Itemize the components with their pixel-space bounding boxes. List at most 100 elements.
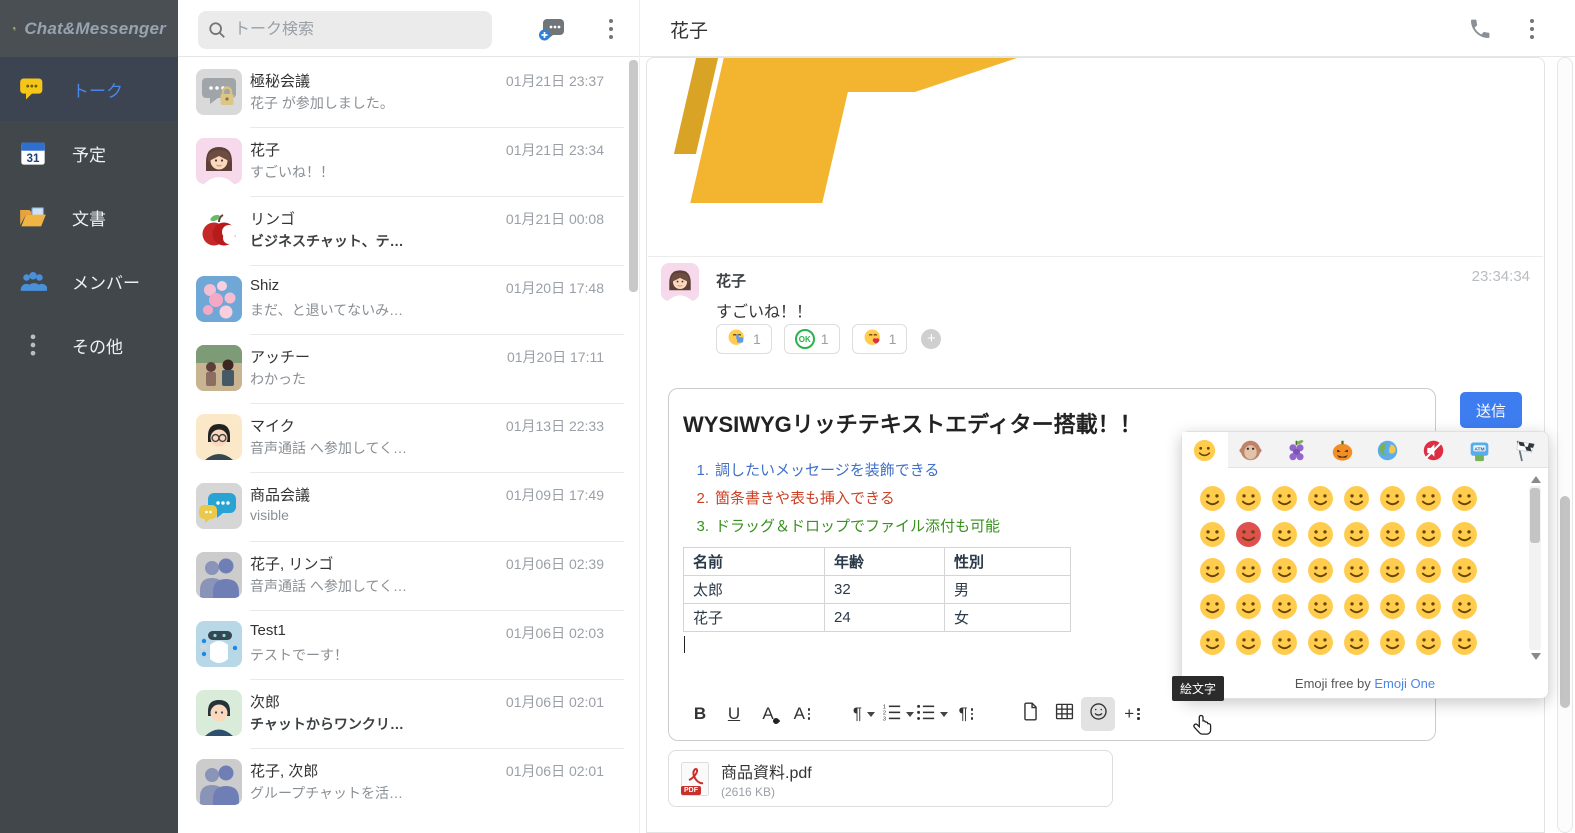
emoji-😐[interactable] [1266,552,1302,588]
emoji-row [1194,516,1514,552]
chat-list-item[interactable]: Test1テストでーす！01月06日 02:03 [178,610,628,679]
chat-list-item[interactable]: Shizまだ、と退いてないみ…01月20日 17:48 [178,265,628,334]
unordered-list-button[interactable] [915,697,949,731]
chat-menu-icon[interactable] [1524,17,1540,41]
emoji-😜[interactable] [1446,588,1482,624]
chat-list-item[interactable]: 次郎チャットからワンクリ…01月06日 02:01 [178,679,628,748]
emoji-😁[interactable] [1230,480,1266,516]
emoji-one-link[interactable]: Emoji One [1374,676,1435,691]
scrollbar-thumb[interactable] [1530,488,1540,543]
search-box[interactable] [198,11,492,49]
page-scrollbar-thumb[interactable] [1560,496,1570,708]
emoji-😀[interactable] [1194,480,1230,516]
emoji-😍[interactable] [1302,516,1338,552]
emoji-😉[interactable] [1446,480,1482,516]
emoji-tab-grapes[interactable] [1274,432,1320,468]
chat-list-scrollbar[interactable] [629,60,638,292]
reaction-thumbs-face[interactable]: 1 [716,324,772,354]
page-scrollbar[interactable] [1557,57,1573,833]
chat-list-menu-icon[interactable] [602,16,620,42]
attachment-card[interactable]: PDF 商品資料.pdf (2616 KB) [668,750,1113,807]
scroll-up-icon[interactable] [1531,476,1541,483]
sidebar-item-docs[interactable]: 文書 [0,185,178,249]
emoji-🤢[interactable] [1266,588,1302,624]
ordered-list-button[interactable]: 123 [881,697,915,731]
app-logo-icon [12,16,16,42]
emoji-tab-atm[interactable]: ATM [1457,432,1503,468]
add-reaction-button[interactable]: + [921,329,941,349]
paragraph-format-button[interactable]: ¶ [847,697,881,731]
emoji-😯[interactable] [1230,588,1266,624]
emoji-😃[interactable] [1302,480,1338,516]
emoji-tab-flag[interactable] [1502,432,1548,468]
emoticons-button[interactable] [1081,697,1115,731]
emoji-😌[interactable] [1374,588,1410,624]
emoji-😔[interactable] [1338,624,1374,660]
emoji-tab-pumpkin[interactable] [1319,432,1365,468]
emoji-😗[interactable] [1374,516,1410,552]
emoji-😮[interactable] [1194,588,1230,624]
bold-button[interactable]: B [683,697,717,731]
emoji-😶[interactable] [1338,552,1374,588]
sidebar-item-more[interactable]: その他 [0,313,178,377]
emoji-😒[interactable] [1302,552,1338,588]
sidebar-item-members[interactable]: メンバー [0,249,178,313]
emoji-☺[interactable] [1230,552,1266,588]
emoji-tab-monkey[interactable] [1228,432,1274,468]
scroll-down-icon[interactable] [1531,653,1541,660]
emoji-😄[interactable] [1338,480,1374,516]
chat-list-item[interactable]: 極秘会議花子 が参加しました。01月21日 23:37 [178,58,628,127]
more-text-button[interactable]: A [785,697,819,731]
call-icon[interactable] [1468,17,1492,41]
emoji-tab-face[interactable] [1182,432,1228,468]
emoji-😲[interactable] [1410,624,1446,660]
emoji-tab-mute[interactable] [1411,432,1457,468]
emoji-😴[interactable] [1338,588,1374,624]
text-color-button[interactable]: A [751,697,785,731]
emoji-😅[interactable] [1374,480,1410,516]
emoji-😈[interactable] [1230,516,1266,552]
paragraph-style-button[interactable]: ¶ [949,697,983,731]
emoji-😂[interactable] [1266,480,1302,516]
emoji-😎[interactable] [1266,516,1302,552]
emoji-tab-earth[interactable] [1365,432,1411,468]
sidebar-item-calendar[interactable]: 31予定 [0,121,178,185]
emoji-😘[interactable] [1338,516,1374,552]
emoji-😙[interactable] [1410,516,1446,552]
sidebar-item-chat[interactable]: トーク [0,57,178,121]
search-input[interactable] [234,21,482,39]
chat-list-item[interactable]: リンゴビジネスチャット、テ…01月21日 00:08 [178,196,628,265]
emoji-😢[interactable] [1446,552,1482,588]
emoji-😟[interactable] [1230,624,1266,660]
emoji-😆[interactable] [1410,480,1446,516]
emoji-🙂[interactable] [1194,552,1230,588]
emoji-😝[interactable] [1194,624,1230,660]
send-button[interactable]: 送信 [1460,392,1522,428]
emoji-😖[interactable] [1446,624,1482,660]
more-rich-button[interactable]: + [1115,697,1149,731]
chat-list-item[interactable]: マイク音声通話 へ参加してく…01月13日 22:33 [178,403,628,472]
insert-file-button[interactable] [1013,697,1047,731]
chat-preview: ビジネスチャット、テ… [250,231,404,251]
chat-list-item[interactable]: 花子, 次郎グループチャットを活…01月06日 02:01 [178,748,628,817]
emoji-😕[interactable] [1374,624,1410,660]
insert-table-button[interactable] [1047,697,1081,731]
emoji-😊[interactable] [1194,516,1230,552]
new-chat-icon[interactable] [538,16,566,42]
emoji-😚[interactable] [1446,516,1482,552]
chat-list-item[interactable]: 花子, リンゴ音声通話 へ参加してく…01月06日 02:39 [178,541,628,610]
reaction-kiss-face[interactable]: 1 [852,324,908,354]
emoji-😏[interactable] [1374,552,1410,588]
chat-list-item[interactable]: 花子すごいね！！01月21日 23:34 [178,127,628,196]
emoji-picker-scrollbar[interactable] [1529,474,1542,662]
emoji-😥[interactable] [1302,624,1338,660]
emoji-😣[interactable] [1410,552,1446,588]
chat-list-item[interactable]: アッチーわかった01月20日 17:11 [178,334,628,403]
emoji-😫[interactable] [1302,588,1338,624]
emoji-😓[interactable] [1266,624,1302,660]
emoji-😛[interactable] [1410,588,1446,624]
chat-list-item[interactable]: 商品会議visible01月09日 17:49 [178,472,628,541]
underline-button[interactable]: U [717,697,751,731]
reaction-ok[interactable]: OK1 [784,324,840,354]
kiss-face-icon [863,328,883,351]
